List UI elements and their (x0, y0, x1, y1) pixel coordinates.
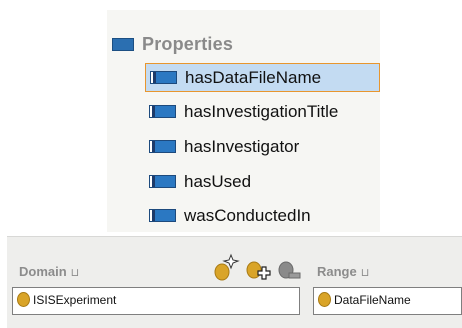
property-icon (149, 105, 176, 118)
properties-tree: Properties hasDataFileName hasInvestigat… (107, 10, 380, 232)
range-label-text: Range (317, 264, 357, 279)
property-icon (150, 71, 177, 84)
class-icon (17, 292, 30, 307)
property-item-hasInvestigator[interactable]: hasInvestigator (145, 132, 380, 161)
property-label: wasConductedIn (184, 205, 311, 225)
property-label: hasInvestigationTitle (184, 101, 339, 121)
domain-label-text: Domain (19, 264, 67, 279)
property-item-hasDataFileName[interactable]: hasDataFileName (145, 63, 380, 92)
property-item-wasConductedIn[interactable]: wasConductedIn (145, 201, 380, 230)
property-icon (149, 140, 176, 153)
property-item-hasInvestigationTitle[interactable]: hasInvestigationTitle (145, 97, 380, 126)
remove-class-icon[interactable] (276, 253, 304, 283)
add-class-icon[interactable] (212, 253, 240, 283)
range-field[interactable]: DataFileName (313, 287, 462, 315)
property-item-hasUsed[interactable]: hasUsed (145, 167, 380, 196)
properties-header-label: Properties (142, 33, 234, 54)
property-icon (149, 175, 176, 188)
properties-folder-icon (112, 37, 134, 51)
domain-union-symbol: ⊔ (70, 267, 80, 279)
domain-value: ISISExperiment (33, 293, 117, 307)
property-icon (149, 209, 176, 222)
range-union-symbol: ⊔ (360, 267, 370, 279)
property-label: hasDataFileName (185, 67, 322, 87)
property-label: hasUsed (184, 171, 252, 191)
range-value: DataFileName (334, 293, 411, 307)
domain-range-panel: Domain ⊔ Range ⊔ ISISExperiment DataFileNa… (7, 236, 462, 328)
properties-header[interactable]: Properties (112, 30, 233, 58)
class-icon (318, 292, 331, 307)
domain-label: Domain ⊔ (19, 264, 79, 279)
property-label: hasInvestigator (184, 136, 300, 156)
range-label: Range ⊔ (317, 264, 369, 279)
add-class-plus-icon[interactable] (244, 253, 272, 283)
domain-field[interactable]: ISISExperiment (12, 287, 300, 315)
